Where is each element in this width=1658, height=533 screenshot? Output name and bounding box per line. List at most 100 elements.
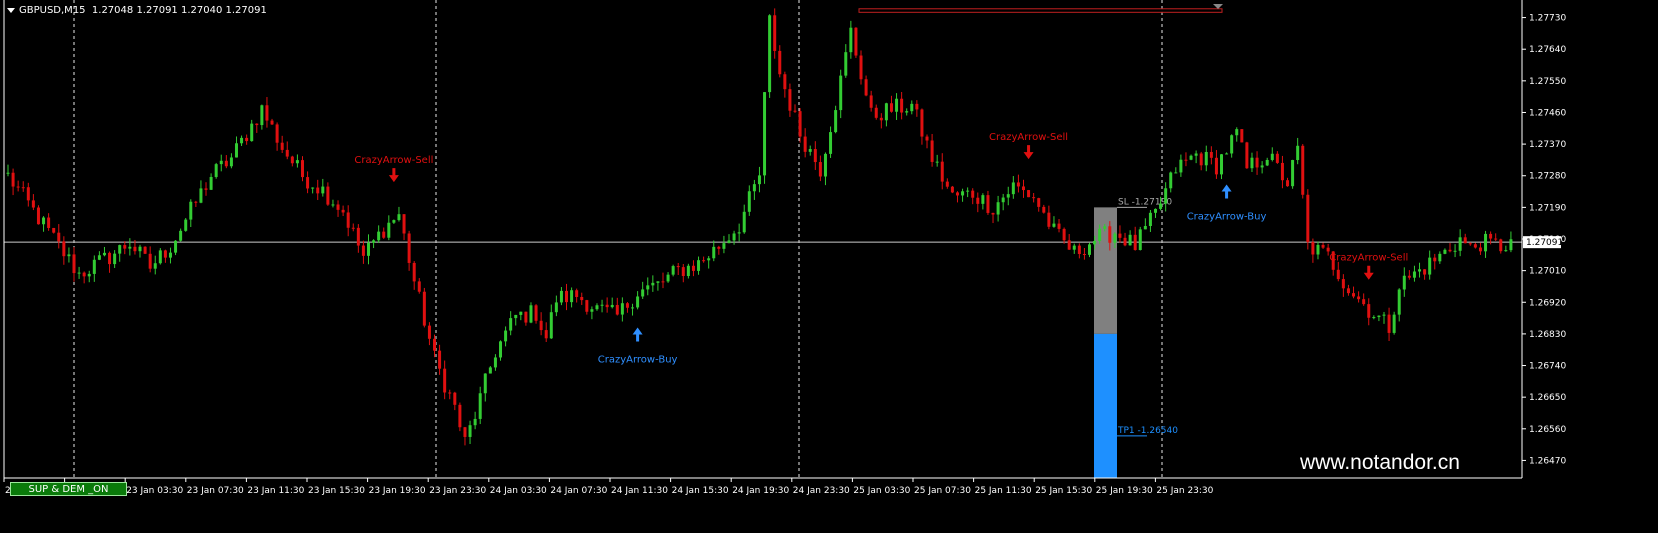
candle-body <box>813 149 817 163</box>
candle-body <box>387 222 391 238</box>
candle-body <box>808 149 812 152</box>
sup-dem-toggle-button[interactable]: SUP & DEM _ON <box>10 482 127 496</box>
candle <box>204 182 208 196</box>
candle <box>1301 144 1305 199</box>
candle <box>1123 232 1127 247</box>
candle <box>595 303 599 311</box>
candle-body <box>1037 198 1041 207</box>
candle <box>427 322 431 346</box>
candle-body <box>1006 194 1010 198</box>
candle <box>514 314 518 326</box>
candle-body <box>1016 182 1020 187</box>
candle <box>346 205 350 237</box>
candle-body <box>554 302 558 313</box>
time-tick-label: 23 Jan 15:30 <box>308 486 365 496</box>
candle <box>834 105 838 134</box>
candle-body <box>1123 237 1127 246</box>
candle-body <box>1286 180 1290 187</box>
time-tick-label: 24 Jan 23:30 <box>793 486 850 496</box>
candle-body <box>646 285 650 290</box>
candle <box>1032 193 1036 203</box>
candle-body <box>356 227 360 246</box>
candle-body <box>1392 314 1396 333</box>
candle <box>1235 127 1239 142</box>
price-tick-label: 1.27190 <box>1529 203 1566 213</box>
buy-signal: CrazyArrow-Buy <box>1187 184 1267 222</box>
candle <box>818 155 822 182</box>
candle-body <box>803 136 807 152</box>
candle <box>1397 288 1401 322</box>
candle <box>1352 286 1356 299</box>
candle-body <box>118 245 122 254</box>
candle-body <box>757 175 761 185</box>
candle <box>397 206 401 222</box>
candle-body <box>910 103 914 112</box>
candle <box>1458 229 1462 257</box>
candle-body <box>529 305 533 323</box>
candle <box>36 205 40 225</box>
candle <box>321 178 325 197</box>
candle <box>884 102 888 127</box>
candle-body <box>300 160 304 178</box>
candle-body <box>1341 279 1345 289</box>
candle <box>417 278 421 294</box>
candle <box>473 411 477 430</box>
candle-body <box>1021 186 1025 191</box>
candle-body <box>565 290 569 303</box>
candle <box>438 344 442 375</box>
candle-body <box>864 79 868 96</box>
candle <box>981 193 985 210</box>
candle <box>565 283 569 311</box>
candle <box>179 228 183 242</box>
candle <box>1077 243 1081 259</box>
candle-body <box>1478 247 1482 252</box>
candle <box>681 263 685 283</box>
trading-chart[interactable]: SL -1.27190 TP1 -1.26540 CrazyArrow-Sell C… <box>0 0 1658 529</box>
candle-body <box>427 325 431 339</box>
candle <box>1382 311 1386 324</box>
watermark: www.notandor.cn <box>1300 451 1460 474</box>
candle-body <box>219 160 223 165</box>
candle <box>1148 209 1152 232</box>
candle <box>1174 167 1178 174</box>
candle-body <box>676 266 680 268</box>
candle <box>1341 274 1345 297</box>
candle-body <box>499 341 503 358</box>
candle-body <box>1047 212 1051 227</box>
chart-shift-icon[interactable] <box>1213 4 1223 9</box>
candle-body <box>1087 244 1091 255</box>
candle <box>580 292 584 305</box>
candle <box>1072 243 1076 254</box>
candle <box>1478 242 1482 255</box>
symbol-menu-icon[interactable] <box>7 7 15 13</box>
candle-body <box>625 303 629 308</box>
candle <box>940 153 944 190</box>
candle <box>255 123 259 133</box>
price-chart-canvas[interactable]: SL -1.27190TP1 -1.26540 CrazyArrow-SellC… <box>0 0 1658 529</box>
candle <box>1280 155 1284 189</box>
candle-body <box>961 191 965 196</box>
signal-label: CrazyArrow-Buy <box>1187 211 1267 222</box>
candle <box>1220 153 1224 180</box>
candle-body <box>1270 153 1274 160</box>
candle-body <box>691 265 695 271</box>
candle-body <box>1159 203 1163 209</box>
candle <box>458 402 462 432</box>
candle <box>529 302 533 324</box>
candle-body <box>895 98 899 112</box>
candle-body <box>778 50 782 75</box>
candle <box>1255 151 1259 175</box>
price-tick-label: 1.27280 <box>1529 172 1566 182</box>
candle <box>1230 134 1234 158</box>
candle <box>910 100 914 115</box>
candle <box>905 108 909 116</box>
candle <box>1362 293 1366 306</box>
candle-body <box>702 260 706 262</box>
candle-body <box>1387 314 1391 333</box>
candle <box>1128 230 1132 246</box>
candle <box>823 152 827 186</box>
candle-body <box>1433 257 1437 262</box>
candle-body <box>976 197 980 204</box>
candle <box>1027 189 1031 198</box>
candle <box>295 154 299 168</box>
